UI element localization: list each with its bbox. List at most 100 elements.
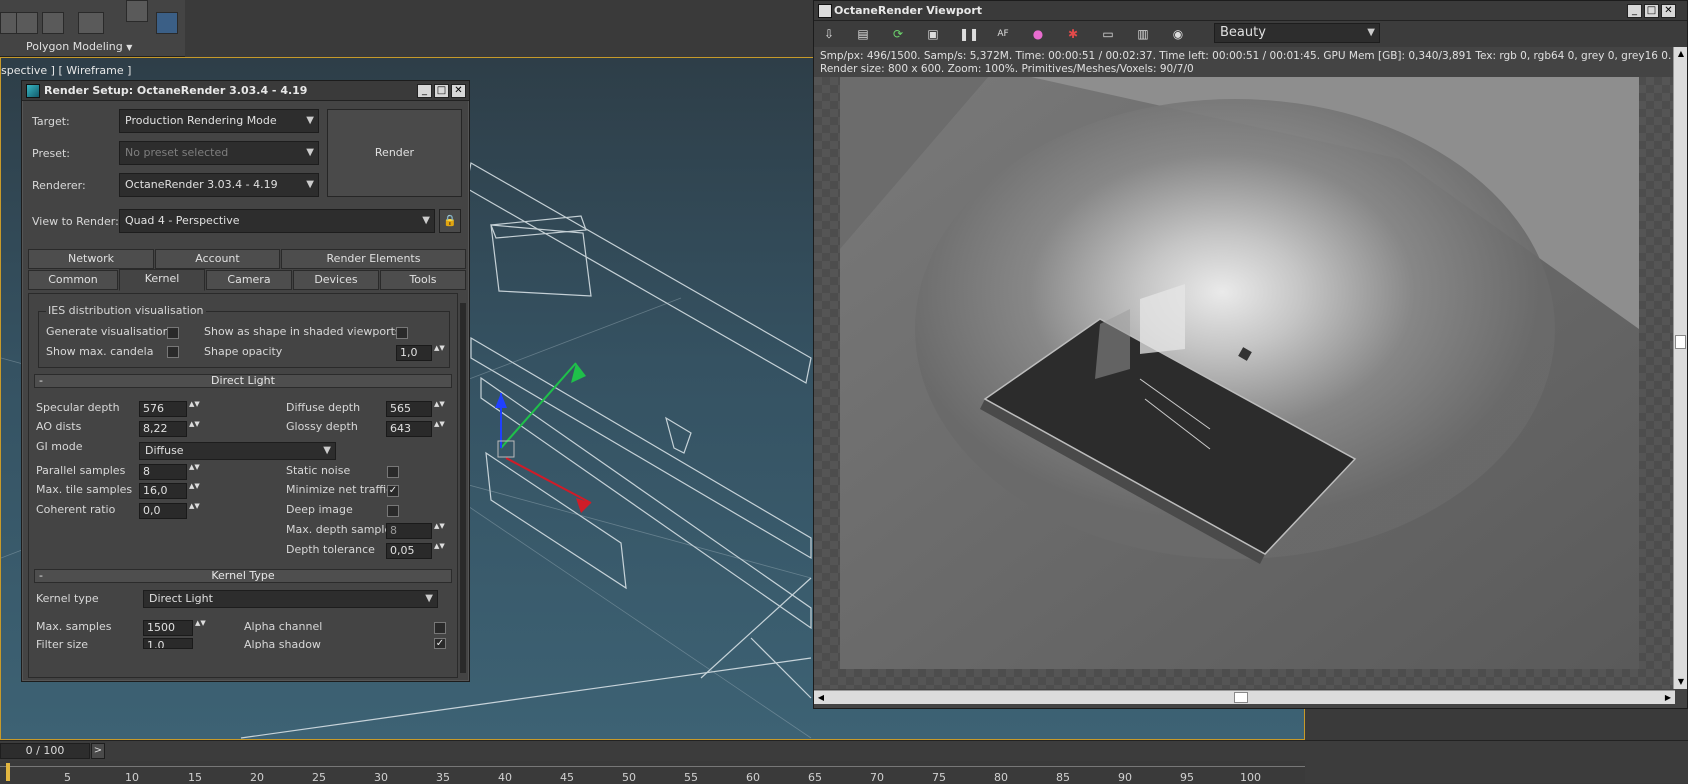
clipboard-icon[interactable]: ▤ bbox=[854, 25, 872, 43]
toolbar-button[interactable] bbox=[78, 12, 104, 34]
panel-scrollbar[interactable] bbox=[460, 303, 466, 673]
static-noise-checkbox[interactable] bbox=[387, 466, 399, 478]
camera-icon[interactable]: ◉ bbox=[1169, 25, 1187, 43]
minimize-icon[interactable]: _ bbox=[417, 84, 432, 98]
renderer-dropdown[interactable]: OctaneRender 3.03.4 - 4.19 ▼ bbox=[119, 173, 319, 197]
ao-dists-spinner[interactable]: 8,22 bbox=[139, 421, 187, 437]
timeline-ruler[interactable]: 5 10 15 20 25 30 35 40 45 50 55 60 65 70… bbox=[0, 761, 1305, 784]
close-icon[interactable]: ✕ bbox=[1661, 4, 1676, 18]
tick-label: 30 bbox=[374, 771, 388, 784]
minimize-net-traffic-checkbox[interactable]: ✓ bbox=[387, 485, 399, 497]
render-pass-dropdown[interactable]: Beauty ▼ bbox=[1214, 23, 1380, 43]
render-canvas[interactable] bbox=[814, 77, 1675, 689]
scroll-left-icon[interactable]: ◀ bbox=[814, 691, 828, 705]
tab-network[interactable]: Network bbox=[28, 249, 154, 269]
show-as-shape-checkbox[interactable] bbox=[396, 327, 408, 339]
max-samples-label: Max. samples bbox=[36, 620, 112, 633]
spinner-arrows-icon[interactable]: ▲▼ bbox=[189, 503, 200, 519]
spinner-arrows-icon[interactable]: ▲▼ bbox=[189, 464, 200, 480]
direct-light-rollout-header[interactable]: - Direct Light bbox=[34, 374, 452, 388]
alpha-channel-checkbox[interactable] bbox=[434, 622, 446, 634]
tick-label: 15 bbox=[188, 771, 202, 784]
next-frame-button[interactable]: > bbox=[91, 743, 105, 759]
view-to-render-dropdown[interactable]: Quad 4 - Perspective ▼ bbox=[119, 209, 435, 233]
gi-mode-label: GI mode bbox=[36, 440, 83, 453]
preset-dropdown[interactable]: No preset selected ▼ bbox=[119, 141, 319, 165]
color-picker-icon[interactable]: ● bbox=[1029, 25, 1047, 43]
save-render-icon[interactable]: ⇩ bbox=[820, 25, 838, 43]
chevron-down-icon: ▼ bbox=[306, 115, 314, 126]
pause-icon[interactable]: ❚❚ bbox=[959, 25, 979, 43]
restart-icon[interactable]: ⟳ bbox=[889, 25, 907, 43]
tab-common[interactable]: Common bbox=[28, 270, 118, 290]
tab-tools[interactable]: Tools bbox=[380, 270, 466, 290]
shape-opacity-spinner[interactable]: 1,0 bbox=[396, 345, 432, 361]
stats-line-1: Smp/px: 496/1500. Samp/s: 5,372M. Time: … bbox=[820, 50, 1672, 62]
scroll-up-icon[interactable]: ▲ bbox=[1674, 47, 1688, 61]
max-depth-samples-spinner[interactable]: 8 bbox=[386, 523, 432, 539]
close-icon[interactable]: ✕ bbox=[451, 84, 466, 98]
show-max-candela-checkbox[interactable] bbox=[167, 346, 179, 358]
time-slider-marker[interactable] bbox=[6, 763, 10, 781]
spinner-arrows-icon[interactable]: ▲▼ bbox=[434, 543, 445, 559]
tab-kernel[interactable]: Kernel bbox=[119, 269, 205, 291]
toolbar-button[interactable] bbox=[16, 12, 38, 34]
max-samples-spinner[interactable]: 1500 bbox=[143, 620, 193, 636]
spinner-arrows-icon[interactable]: ▲▼ bbox=[189, 421, 200, 437]
scroll-thumb[interactable] bbox=[1234, 692, 1248, 703]
spinner-arrows-icon[interactable]: ▲▼ bbox=[195, 620, 206, 636]
specular-depth-spinner[interactable]: 576 bbox=[139, 401, 187, 417]
vertical-scrollbar[interactable]: ▲ ▼ bbox=[1673, 47, 1687, 689]
tab-devices[interactable]: Devices bbox=[293, 270, 379, 290]
gi-mode-dropdown[interactable]: Diffuse ▼ bbox=[139, 442, 336, 460]
maximize-icon[interactable]: □ bbox=[1644, 4, 1659, 18]
spinner-arrows-icon[interactable]: ▲▼ bbox=[434, 421, 445, 437]
maximize-icon[interactable]: □ bbox=[434, 84, 449, 98]
spinner-arrows-icon[interactable]: ▲▼ bbox=[434, 345, 445, 361]
toolbar-button[interactable] bbox=[126, 0, 148, 22]
filter-size-spinner[interactable]: 1,0 bbox=[143, 638, 193, 649]
frame-slider[interactable]: 0 / 100 bbox=[0, 743, 90, 759]
chevron-down-icon: ▼ bbox=[323, 445, 331, 456]
max-tile-samples-spinner[interactable]: 16,0 bbox=[139, 483, 187, 499]
diffuse-depth-spinner[interactable]: 565 bbox=[386, 401, 432, 417]
chevron-down-icon: ▼ bbox=[422, 215, 430, 226]
af-icon[interactable]: AF bbox=[994, 25, 1012, 43]
scroll-right-icon[interactable]: ▶ bbox=[1661, 691, 1675, 705]
tab-render-elements[interactable]: Render Elements bbox=[281, 249, 466, 269]
octane-title-bar[interactable]: OctaneRender Viewport _ □ ✕ bbox=[814, 1, 1687, 21]
render-button[interactable]: Render bbox=[327, 109, 462, 197]
lock-icon[interactable]: 🔒 bbox=[439, 209, 461, 233]
film-icon[interactable]: ▥ bbox=[1134, 25, 1152, 43]
target-dropdown[interactable]: Production Rendering Mode ▼ bbox=[119, 109, 319, 133]
spinner-arrows-icon[interactable]: ▲▼ bbox=[189, 401, 200, 417]
glossy-depth-spinner[interactable]: 643 bbox=[386, 421, 432, 437]
tab-account[interactable]: Account bbox=[155, 249, 280, 269]
toolbar-toggle-button[interactable] bbox=[156, 12, 178, 34]
horizontal-scrollbar[interactable]: ◀ ▶ bbox=[814, 690, 1675, 704]
spinner-arrows-icon[interactable]: ▲▼ bbox=[189, 483, 200, 499]
scroll-thumb[interactable] bbox=[1675, 335, 1686, 349]
tick-label: 25 bbox=[312, 771, 326, 784]
polygon-modeling-menu[interactable]: Polygon Modeling ▼ bbox=[26, 40, 132, 53]
dialog-title-bar[interactable]: Render Setup: OctaneRender 3.03.4 - 4.19… bbox=[22, 81, 469, 101]
focus-picker-icon[interactable]: ✱ bbox=[1064, 25, 1082, 43]
toolbar-button[interactable] bbox=[42, 12, 64, 34]
scroll-down-icon[interactable]: ▼ bbox=[1674, 675, 1688, 689]
spinner-arrows-icon[interactable]: ▲▼ bbox=[434, 401, 445, 417]
coherent-ratio-spinner[interactable]: 0,0 bbox=[139, 503, 187, 519]
region-render-icon[interactable]: ▭ bbox=[1099, 25, 1117, 43]
deep-image-checkbox[interactable] bbox=[387, 505, 399, 517]
alpha-shadow-checkbox[interactable]: ✓ bbox=[434, 638, 446, 649]
tick-label: 95 bbox=[1180, 771, 1194, 784]
kernel-type-rollout-header[interactable]: - Kernel Type bbox=[34, 569, 452, 583]
kernel-type-dropdown[interactable]: Direct Light ▼ bbox=[143, 590, 438, 608]
tab-camera[interactable]: Camera bbox=[206, 270, 292, 290]
minimize-icon[interactable]: _ bbox=[1627, 4, 1642, 18]
generate-visualisation-checkbox[interactable] bbox=[167, 327, 179, 339]
dialog-title: Render Setup: OctaneRender 3.03.4 - 4.19 bbox=[44, 84, 308, 97]
depth-tolerance-spinner[interactable]: 0,05 bbox=[386, 543, 432, 559]
lock-icon[interactable]: ▣ bbox=[924, 25, 942, 43]
parallel-samples-spinner[interactable]: 8 bbox=[139, 464, 187, 480]
spinner-arrows-icon[interactable]: ▲▼ bbox=[434, 523, 445, 539]
